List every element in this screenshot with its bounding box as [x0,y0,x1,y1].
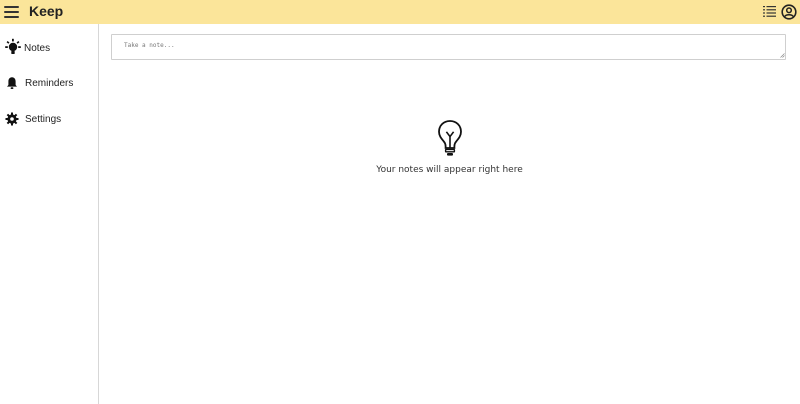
empty-state: Your notes will appear right here [99,119,800,175]
sidebar-item-notes[interactable]: Notes [0,34,98,62]
main-content: Your notes will appear right here [99,24,800,404]
resize-handle-icon[interactable] [780,53,785,58]
sidebar-item-label: Notes [24,42,51,54]
list-view-icon[interactable] [761,3,778,20]
header-actions [761,3,797,20]
app-title: Keep [29,3,64,19]
take-note-input[interactable] [111,34,786,60]
gear-icon [0,109,24,129]
lightbulb-outline-icon [437,120,462,156]
hamburger-menu-icon[interactable] [4,3,22,21]
sidebar-item-settings[interactable]: Settings [0,105,98,133]
empty-state-message: Your notes will appear right here [376,165,523,175]
top-app-bar: Keep [0,0,800,24]
sidebar-item-label: Reminders [25,77,74,89]
sidebar-item-reminders[interactable]: Reminders [0,69,98,97]
lightbulb-icon [0,38,24,58]
sidebar-item-label: Settings [25,113,62,125]
bell-icon [0,73,24,93]
sidebar: Notes Reminders Settings [0,24,99,404]
account-circle-icon[interactable] [780,3,797,20]
